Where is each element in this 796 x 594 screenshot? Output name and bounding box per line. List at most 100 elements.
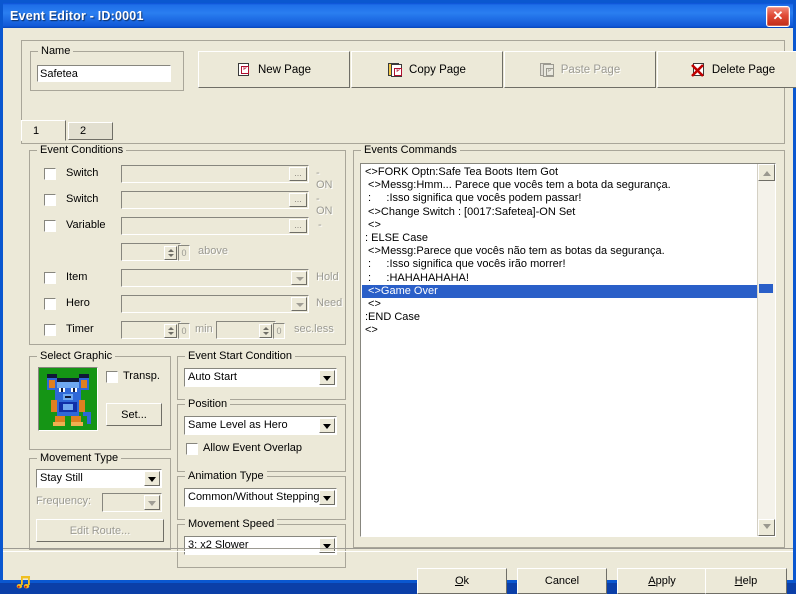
switch-1-label: Switch	[66, 167, 99, 179]
close-button[interactable]: ✕	[766, 6, 790, 27]
delete-page-icon	[690, 62, 705, 77]
switch-1-checkbox[interactable]	[44, 168, 56, 180]
item-checkbox[interactable]	[44, 272, 56, 284]
hero-field[interactable]	[121, 295, 309, 313]
command-line[interactable]: : ELSE Case	[362, 232, 757, 245]
command-line[interactable]: <>Change Switch : [0017:Safetea]-ON Set	[362, 206, 757, 219]
variable-browse-button[interactable]: ...	[289, 219, 307, 233]
condition-row-item: Item Hold	[38, 269, 339, 289]
position-value: Same Level as Hero	[188, 419, 288, 431]
command-line[interactable]: <>FORK Optn:Safe Tea Boots Item Got	[362, 166, 757, 179]
transparent-label: Transp.	[123, 370, 160, 382]
command-line[interactable]: :END Case	[362, 311, 757, 324]
switch-2-field[interactable]: ...	[121, 191, 309, 209]
timer-checkbox[interactable]	[44, 324, 56, 336]
event-conditions-label: Event Conditions	[37, 144, 127, 156]
switch-2-checkbox[interactable]	[44, 194, 56, 206]
event-start-condition-dropdown[interactable]: Auto Start	[184, 368, 337, 387]
item-field[interactable]	[121, 269, 309, 287]
events-commands-list[interactable]: <>FORK Optn:Safe Tea Boots Item Got <>Me…	[360, 163, 776, 537]
item-suffix: Hold	[316, 271, 339, 283]
event-conditions-group: Event Conditions Switch ... - ON Switch …	[29, 144, 346, 345]
event-start-condition-group: Event Start Condition Auto Start	[177, 350, 346, 400]
switch-2-suffix: - ON	[316, 193, 333, 217]
movement-speed-label: Movement Speed	[185, 518, 278, 530]
frequency-label: Frequency:	[36, 495, 92, 507]
allow-event-overlap-checkbox[interactable]	[186, 443, 198, 455]
help-button[interactable]: Help	[705, 568, 787, 594]
chevron-down-icon[interactable]	[319, 370, 335, 385]
hero-dropdown-icon[interactable]	[291, 297, 307, 311]
ok-button[interactable]: Ok	[417, 568, 507, 594]
events-commands-group: Events Commands <>FORK Optn:Safe Tea Boo…	[353, 144, 785, 548]
condition-row-variable: Variable ... -	[38, 217, 339, 237]
tab-page-2-label: 2	[80, 125, 87, 137]
command-line[interactable]: <>Messg:Hmm... Parece que vocês tem a bo…	[362, 179, 757, 192]
position-dropdown[interactable]: Same Level as Hero	[184, 416, 337, 435]
delete-page-button[interactable]: Delete Page	[657, 51, 796, 88]
movement-type-dropdown[interactable]: Stay Still	[36, 469, 162, 488]
paste-page-button: P Paste Page	[504, 51, 656, 88]
movement-type-value: Stay Still	[40, 472, 83, 484]
timer-min-spinner[interactable]	[164, 324, 177, 338]
chevron-down-icon[interactable]	[319, 490, 335, 505]
variable-value-spinner[interactable]	[164, 246, 177, 260]
position-label: Position	[185, 398, 231, 410]
graphic-preview[interactable]	[38, 367, 98, 431]
page-tabs: 1 2	[21, 120, 783, 141]
copy-page-label: Copy Page	[409, 63, 466, 76]
ok-label: Ok	[454, 575, 470, 587]
allow-event-overlap-label: Allow Event Overlap	[203, 442, 303, 454]
name-group-label: Name	[38, 45, 74, 57]
switch-1-browse-button[interactable]: ...	[289, 167, 307, 181]
variable-label: Variable	[66, 219, 106, 231]
variable-checkbox[interactable]	[44, 220, 56, 232]
timer-sec-label: sec.less	[294, 323, 334, 335]
apply-button[interactable]: Apply	[617, 568, 707, 594]
tab-page-1[interactable]: 1	[21, 120, 66, 141]
movement-speed-dropdown[interactable]: 3: x2 Slower	[184, 536, 337, 555]
new-page-label: New Page	[257, 63, 312, 76]
command-line[interactable]: <>	[362, 324, 757, 337]
close-icon: ✕	[772, 8, 784, 23]
variable-value-display: 0	[178, 245, 190, 261]
hero-checkbox[interactable]	[44, 298, 56, 310]
set-graphic-button[interactable]: Set...	[106, 403, 162, 426]
scroll-up-icon[interactable]	[758, 164, 775, 181]
command-line[interactable]: <>Messg:Parece que vocês não tem as bota…	[362, 245, 757, 258]
event-name-input[interactable]	[37, 65, 171, 82]
animation-type-label: Animation Type	[185, 470, 267, 482]
new-page-button[interactable]: P New Page	[198, 51, 350, 88]
chevron-down-icon[interactable]	[144, 471, 160, 486]
events-commands-scrollbar[interactable]	[757, 164, 775, 536]
command-line[interactable]: <>Game Over	[362, 284, 757, 298]
copy-page-button[interactable]: P Copy Page	[351, 51, 503, 88]
variable-field[interactable]: ...	[121, 217, 309, 235]
event-start-condition-label: Event Start Condition	[185, 350, 295, 362]
command-line[interactable]: : :Isso significa que vocês podem passar…	[362, 192, 757, 205]
command-line[interactable]: <>	[362, 298, 757, 311]
switch-1-field[interactable]: ...	[121, 165, 309, 183]
events-commands-lines: <>FORK Optn:Safe Tea Boots Item Got <>Me…	[362, 166, 757, 337]
timer-sec-spinner[interactable]	[259, 324, 272, 338]
variable-suffix: -	[318, 219, 322, 231]
window-title: Event Editor - ID:0001	[10, 8, 144, 23]
switch-1-suffix: - ON	[316, 167, 333, 191]
scrollbar-thumb[interactable]	[759, 284, 773, 293]
command-line[interactable]: <>	[362, 219, 757, 232]
condition-row-timer: Timer 0 min 0 sec.less	[38, 321, 339, 341]
scroll-down-icon[interactable]	[758, 519, 775, 536]
transparent-checkbox[interactable]	[106, 371, 118, 383]
hero-label: Hero	[66, 297, 90, 309]
command-line[interactable]: : :HAHAHAHAHA!	[362, 272, 757, 285]
switch-2-browse-button[interactable]: ...	[289, 193, 307, 207]
cancel-button[interactable]: Cancel	[517, 568, 607, 594]
condition-row-variable-value: 0 above	[38, 243, 339, 263]
event-editor-window: Event Editor - ID:0001 ✕ Name P New Page	[0, 0, 796, 594]
tab-page-2[interactable]: 2	[68, 122, 113, 140]
chevron-down-icon[interactable]	[319, 418, 335, 433]
item-dropdown-icon[interactable]	[291, 271, 307, 285]
animation-type-dropdown[interactable]: Common/Without Stepping	[184, 488, 337, 507]
delete-page-label: Delete Page	[711, 63, 776, 76]
command-line[interactable]: : :Isso significa que vocês irão morrer!	[362, 258, 757, 271]
